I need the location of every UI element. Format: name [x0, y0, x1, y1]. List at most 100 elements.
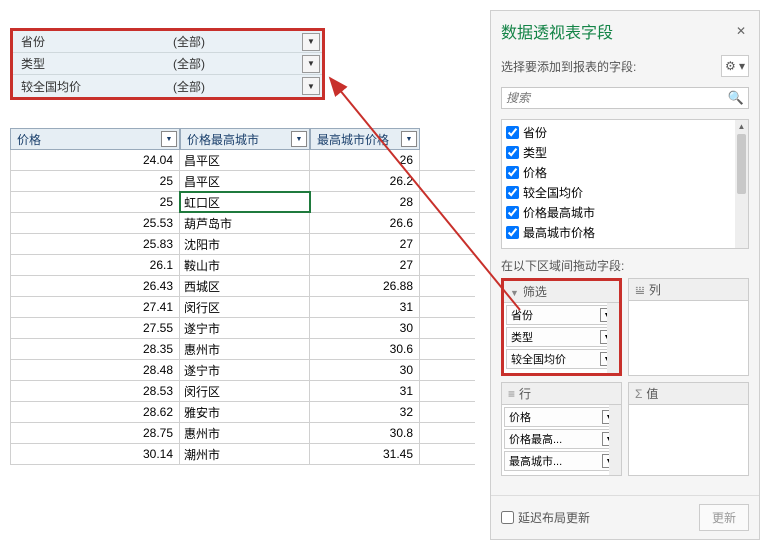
cell-price[interactable]: 25 — [10, 171, 180, 191]
scrollbar[interactable]: ▲ — [735, 120, 748, 248]
field-chip[interactable]: 类型 — [506, 327, 617, 347]
field-item[interactable]: 类型 — [504, 142, 746, 162]
field-chip[interactable]: 较全国均价 — [506, 349, 617, 369]
cell-max[interactable]: 26.88 — [310, 276, 420, 296]
table-row[interactable]: 26.43西城区26.88 — [10, 276, 475, 297]
update-button[interactable]: 更新 — [699, 504, 749, 531]
table-row[interactable]: 25.53葫芦岛市26.6 — [10, 213, 475, 234]
table-row[interactable]: 27.55遂宁市30 — [10, 318, 475, 339]
field-item[interactable]: 价格最高城市 — [504, 202, 746, 222]
cell-max[interactable]: 30.8 — [310, 423, 420, 443]
cell-price[interactable]: 25 — [10, 192, 180, 212]
col-dd-icon[interactable] — [291, 131, 307, 147]
cell-city[interactable]: 惠州市 — [180, 423, 310, 443]
table-row[interactable]: 25.83沈阳市27 — [10, 234, 475, 255]
cell-city[interactable]: 潮州市 — [180, 444, 310, 464]
cell-price[interactable]: 27.41 — [10, 297, 180, 317]
search-input[interactable] — [506, 91, 728, 105]
cell-max[interactable]: 27 — [310, 255, 420, 275]
cell-price[interactable]: 24.04 — [10, 150, 180, 170]
field-checkbox[interactable] — [506, 206, 519, 219]
cell-max[interactable]: 30.6 — [310, 339, 420, 359]
cell-city[interactable]: 闵行区 — [180, 297, 310, 317]
close-icon[interactable]: ✕ — [733, 23, 749, 39]
field-checkbox[interactable] — [506, 226, 519, 239]
table-row[interactable]: 26.1鞍山市27 — [10, 255, 475, 276]
scrollbar[interactable] — [609, 405, 621, 475]
col-city[interactable]: 价格最高城市 — [180, 128, 310, 150]
cell-max[interactable]: 27 — [310, 234, 420, 254]
search-box[interactable]: 🔍 — [501, 87, 749, 109]
field-item[interactable]: 较全国均价 — [504, 182, 746, 202]
cell-max[interactable]: 31 — [310, 297, 420, 317]
field-list[interactable]: 省份类型价格较全国均价价格最高城市最高城市价格▲ — [501, 119, 749, 249]
cell-city[interactable]: 沈阳市 — [180, 234, 310, 254]
cell-city[interactable]: 雅安市 — [180, 402, 310, 422]
cell-price[interactable]: 30.14 — [10, 444, 180, 464]
cell-city[interactable]: 西城区 — [180, 276, 310, 296]
field-chip[interactable]: 最高城市... — [504, 451, 619, 471]
cell-city[interactable]: 昌平区 — [180, 171, 310, 191]
table-row[interactable]: 25虹口区28 — [10, 192, 475, 213]
cell-price[interactable]: 28.35 — [10, 339, 180, 359]
field-item[interactable]: 价格 — [504, 162, 746, 182]
search-icon[interactable]: 🔍 — [728, 90, 744, 106]
cell-max[interactable]: 28 — [310, 192, 420, 212]
area-filters[interactable]: 筛选 省份类型较全国均价 — [501, 278, 622, 376]
chevron-down-icon[interactable] — [302, 33, 320, 51]
cell-max[interactable]: 26 — [310, 150, 420, 170]
chevron-down-icon[interactable] — [302, 55, 320, 73]
cell-price[interactable]: 25.53 — [10, 213, 180, 233]
cell-max[interactable]: 30 — [310, 318, 420, 338]
chevron-down-icon[interactable] — [302, 77, 320, 95]
cell-city[interactable]: 惠州市 — [180, 339, 310, 359]
scrollbar[interactable] — [607, 303, 619, 373]
cell-max[interactable]: 32 — [310, 402, 420, 422]
table-row[interactable]: 28.53闵行区31 — [10, 381, 475, 402]
cell-max[interactable]: 31.45 — [310, 444, 420, 464]
field-checkbox[interactable] — [506, 186, 519, 199]
cell-city[interactable]: 葫芦岛市 — [180, 213, 310, 233]
field-item[interactable]: 最高城市价格 — [504, 222, 746, 242]
field-checkbox[interactable] — [506, 166, 519, 179]
cell-price[interactable]: 27.55 — [10, 318, 180, 338]
cell-city[interactable]: 昌平区 — [180, 150, 310, 170]
cell-city[interactable]: 闵行区 — [180, 381, 310, 401]
table-row[interactable]: 25昌平区26.2 — [10, 171, 475, 192]
area-rows[interactable]: 行 价格价格最高...最高城市... — [501, 382, 622, 476]
table-row[interactable]: 30.14潮州市31.45 — [10, 444, 475, 465]
table-row[interactable]: 28.62雅安市32 — [10, 402, 475, 423]
table-row[interactable]: 28.48遂宁市30 — [10, 360, 475, 381]
table-row[interactable]: 28.35惠州市30.6 — [10, 339, 475, 360]
table-row[interactable]: 27.41闵行区31 — [10, 297, 475, 318]
cell-max[interactable]: 30 — [310, 360, 420, 380]
cell-max[interactable]: 26.2 — [310, 171, 420, 191]
cell-max[interactable]: 26.6 — [310, 213, 420, 233]
cell-city[interactable]: 遂宁市 — [180, 360, 310, 380]
cell-price[interactable]: 28.75 — [10, 423, 180, 443]
field-item[interactable]: 省份 — [504, 122, 746, 142]
cell-price[interactable]: 26.1 — [10, 255, 180, 275]
filter-row[interactable]: 类型(全部) — [13, 53, 322, 75]
field-chip[interactable]: 省份 — [506, 305, 617, 325]
col-dd-icon[interactable] — [161, 131, 177, 147]
field-checkbox[interactable] — [506, 146, 519, 159]
gear-icon[interactable]: ⚙ ▾ — [721, 55, 749, 77]
field-checkbox[interactable] — [506, 126, 519, 139]
area-columns[interactable]: 列 — [628, 278, 749, 376]
col-dd-icon[interactable] — [401, 131, 417, 147]
cell-max[interactable]: 31 — [310, 381, 420, 401]
cell-price[interactable]: 28.48 — [10, 360, 180, 380]
area-values[interactable]: 值 — [628, 382, 749, 476]
field-chip[interactable]: 价格最高... — [504, 429, 619, 449]
cell-price[interactable]: 26.43 — [10, 276, 180, 296]
field-chip[interactable]: 价格 — [504, 407, 619, 427]
cell-price[interactable]: 25.83 — [10, 234, 180, 254]
cell-price[interactable]: 28.62 — [10, 402, 180, 422]
cell-city[interactable]: 遂宁市 — [180, 318, 310, 338]
filter-row[interactable]: 省份(全部) — [13, 31, 322, 53]
cell-city[interactable]: 鞍山市 — [180, 255, 310, 275]
cell-price[interactable]: 28.53 — [10, 381, 180, 401]
defer-checkbox[interactable]: 延迟布局更新 — [501, 509, 590, 526]
cell-city[interactable]: 虹口区 — [180, 192, 310, 212]
